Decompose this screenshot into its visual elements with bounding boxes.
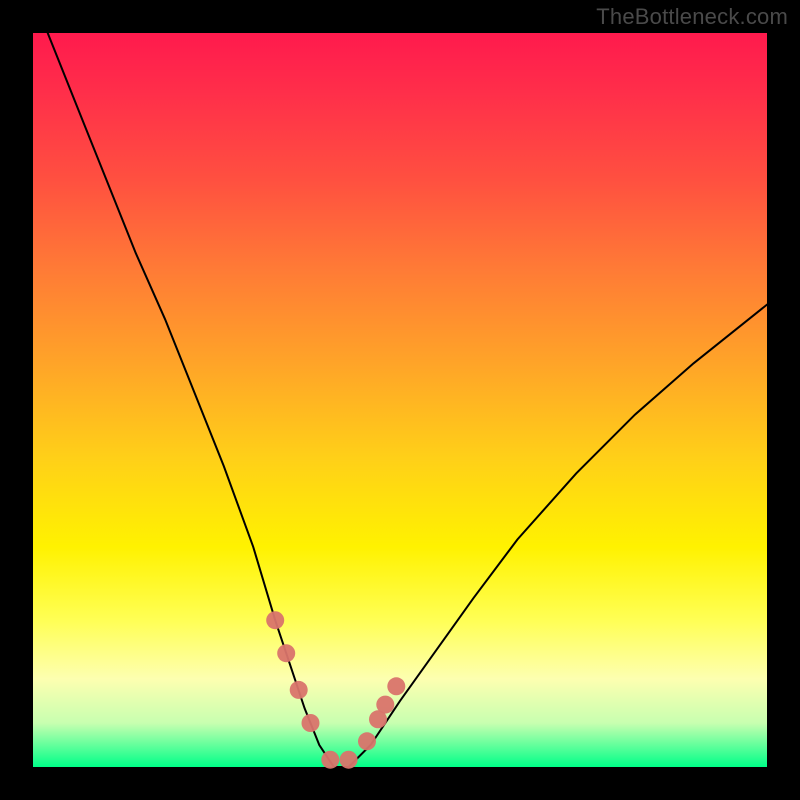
bottleneck-curve-path [48,33,767,767]
bottleneck-curve-svg [33,33,767,767]
marker-group [266,611,405,769]
curve-marker [376,696,394,714]
curve-marker [340,751,358,769]
watermark-text: TheBottleneck.com [596,4,788,30]
curve-marker [387,677,405,695]
curve-marker [266,611,284,629]
curve-marker [290,681,308,699]
curve-marker [358,732,376,750]
curve-marker [277,644,295,662]
curve-marker [302,714,320,732]
curve-marker [321,751,339,769]
chart-plot-area [33,33,767,767]
